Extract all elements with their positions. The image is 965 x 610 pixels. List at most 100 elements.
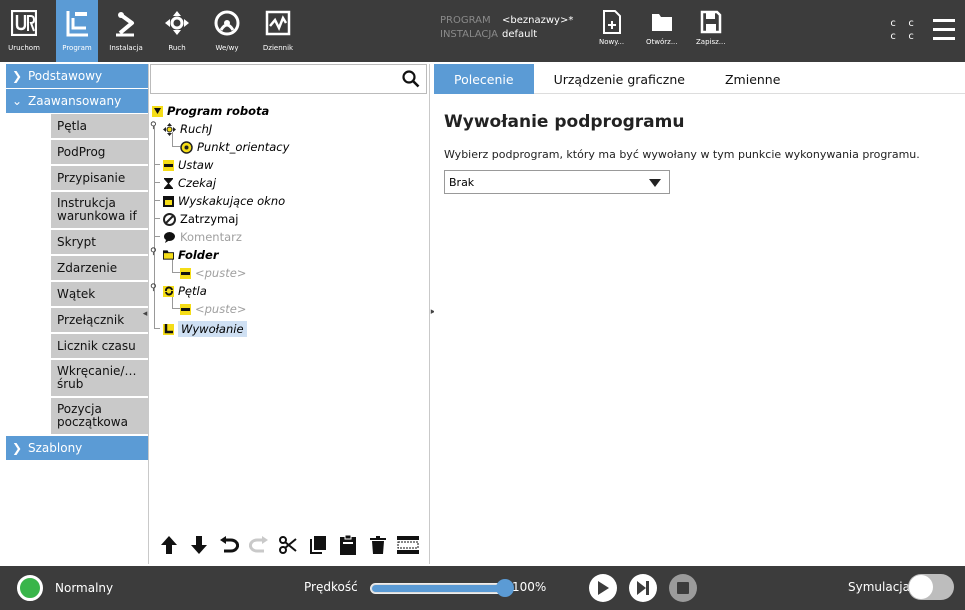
io-gauge-icon xyxy=(213,8,241,38)
paste-clipboard-icon xyxy=(340,535,357,555)
tree-node-movej[interactable]: RuchJ xyxy=(163,120,212,138)
collapse-palette-handle[interactable]: ◂ xyxy=(141,306,149,322)
tab-run-label: Uruchom xyxy=(8,44,40,52)
save-label: Zapisz... xyxy=(696,38,726,46)
simulation-toggle[interactable] xyxy=(908,574,954,600)
undo-button[interactable] xyxy=(217,533,241,557)
suppress-icon xyxy=(396,536,419,554)
palette-item-switch[interactable]: Przełącznik xyxy=(51,308,148,332)
tab-log-label: Dziennik xyxy=(262,44,294,52)
tab-installation[interactable]: Instalacja xyxy=(104,0,148,62)
move-down-button[interactable] xyxy=(187,533,211,557)
category-templates[interactable]: ❯ Szablony xyxy=(6,436,148,460)
tab-log[interactable]: Dziennik xyxy=(256,0,300,62)
suppress-button[interactable] xyxy=(396,533,420,557)
arrow-down-icon xyxy=(190,536,207,554)
new-button[interactable]: Nowy... xyxy=(599,10,624,46)
stop-button[interactable] xyxy=(669,574,697,602)
palette-item-event[interactable]: Zdarzenie xyxy=(51,256,148,280)
pin-icon: ⚲ xyxy=(150,247,157,257)
tab-program-label: Program xyxy=(62,44,92,52)
tab-program[interactable]: Program xyxy=(56,0,98,62)
search-icon xyxy=(402,70,420,88)
program-icon xyxy=(64,8,90,38)
tree-node-empty[interactable]: <puste> xyxy=(180,300,246,318)
tree-node-label: Ustaw xyxy=(178,158,214,172)
new-file-icon xyxy=(602,10,621,34)
tree-node-folder[interactable]: Folder xyxy=(163,246,219,264)
tree-node-popup[interactable]: Wyskakujące okno xyxy=(163,192,285,210)
redo-button[interactable] xyxy=(247,533,271,557)
waypoint-target-icon xyxy=(180,140,193,154)
paste-button[interactable] xyxy=(336,533,360,557)
tree-node-label: Komentarz xyxy=(180,230,242,244)
speed-slider[interactable] xyxy=(370,579,514,597)
move-arrows-icon xyxy=(164,8,190,38)
tree-node-loop[interactable]: Pętla xyxy=(163,282,207,300)
tab-run[interactable]: Uruchom xyxy=(0,0,48,62)
top-bar: Uruchom Program Instalacja Ruch We/wy Dz… xyxy=(0,0,965,62)
tree-node-waypoint[interactable]: Punkt_orientacy xyxy=(180,138,289,156)
tree-node-set[interactable]: Ustaw xyxy=(163,156,213,174)
category-basic[interactable]: ❯ Podstawowy xyxy=(6,64,148,88)
tab-graphics[interactable]: Urządzenie graficzne xyxy=(534,64,705,94)
palette-item-subprog[interactable]: PodProg xyxy=(51,140,148,164)
subprogram-select[interactable]: Brak xyxy=(444,170,670,194)
palette-item-thread[interactable]: Wątek xyxy=(51,282,148,306)
tab-io-label: We/wy xyxy=(215,44,239,52)
save-button[interactable]: Zapisz... xyxy=(696,10,725,46)
speed-label: Prędkość xyxy=(304,580,358,594)
status-indicator-icon[interactable] xyxy=(17,575,43,601)
chevron-down-icon: ⌄ xyxy=(12,94,23,108)
move-arrows-icon xyxy=(163,122,176,136)
move-up-button[interactable] xyxy=(157,533,181,557)
loop-icon xyxy=(163,285,174,297)
robot-status-label: Normalny xyxy=(55,581,114,595)
tree-node-halt[interactable]: Zatrzymaj xyxy=(163,210,238,228)
tree-node-wait[interactable]: Czekaj xyxy=(163,174,216,192)
tab-variables[interactable]: Zmienne xyxy=(705,64,800,94)
simulation-toggle-knob xyxy=(909,575,933,599)
instruction-text: Wybierz podprogram, który ma być wywołan… xyxy=(444,148,920,161)
tab-command[interactable]: Polecenie xyxy=(434,64,534,94)
category-advanced[interactable]: ⌄ Zaawansowany xyxy=(6,89,148,113)
play-icon xyxy=(598,581,609,595)
category-advanced-label: Zaawansowany xyxy=(28,94,122,108)
cut-button[interactable] xyxy=(276,533,300,557)
palette-item-assignment[interactable]: Przypisanie xyxy=(51,166,148,190)
tab-move-label: Ruch xyxy=(168,44,186,52)
category-basic-label: Podstawowy xyxy=(28,69,103,83)
robot-arm-icon xyxy=(112,8,140,38)
program-info: PROGRAM <beznazwy>* INSTALACJA default xyxy=(440,14,573,42)
tree-node-root[interactable]: Program robota xyxy=(152,102,269,120)
popup-window-icon xyxy=(163,195,174,207)
program-name: <beznazwy>* xyxy=(502,15,574,26)
tab-io[interactable]: We/wy xyxy=(206,0,248,62)
palette-item-script[interactable]: Skrypt xyxy=(51,230,148,254)
subprogram-select-value: Brak xyxy=(449,175,475,189)
copy-button[interactable] xyxy=(306,533,330,557)
tree-node-comment[interactable]: Komentarz xyxy=(163,228,242,246)
tree-search-input[interactable] xyxy=(150,64,427,94)
chevron-right-icon: ❯ xyxy=(12,441,23,455)
palette-item-if[interactable]: Instrukcja warunkowa if xyxy=(51,192,148,228)
arrow-up-icon xyxy=(160,536,177,554)
tree-node-call-selected[interactable]: Wywołanie xyxy=(163,320,247,338)
tree-node-label: Program robota xyxy=(167,104,270,118)
palette-item-screwdriving[interactable]: Wkręcanie/… śrub xyxy=(51,360,148,396)
palette-item-loop[interactable]: Pętla xyxy=(51,114,148,138)
delete-button[interactable] xyxy=(366,533,390,557)
play-button[interactable] xyxy=(589,574,617,602)
open-button[interactable]: Otwórz... xyxy=(646,10,678,46)
hamburger-menu-icon[interactable] xyxy=(933,19,955,41)
tab-move[interactable]: Ruch xyxy=(156,0,198,62)
tree-node-label: Pętla xyxy=(178,284,207,298)
cc-row-2: c c xyxy=(890,31,918,42)
palette-item-timer[interactable]: Licznik czasu xyxy=(51,334,148,358)
step-button[interactable] xyxy=(629,574,657,602)
save-disk-icon xyxy=(700,10,721,34)
tree-node-label: Wyskakujące okno xyxy=(178,194,286,208)
tree-node-empty[interactable]: <puste> xyxy=(180,264,246,282)
comment-bubble-icon xyxy=(163,231,176,244)
palette-item-home[interactable]: Pozycja początkowa xyxy=(51,398,148,434)
